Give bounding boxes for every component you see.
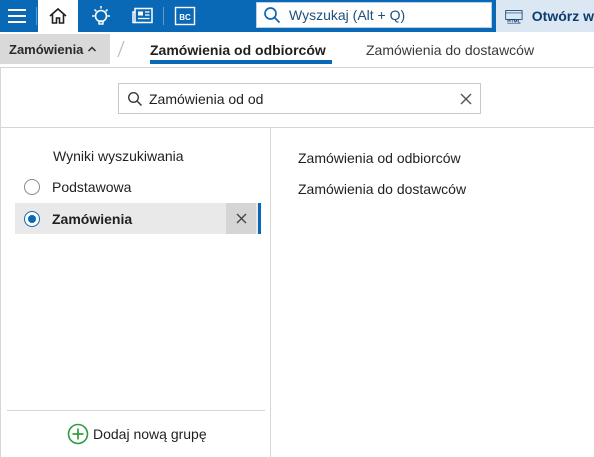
bc-icon-label: BC: [179, 13, 191, 22]
bc-icon: BC: [174, 6, 196, 26]
page-search-input[interactable]: Zamówienia od od: [118, 83, 481, 114]
groups-panel-title: Wyniki wyszukiwania: [53, 148, 184, 164]
search-icon: [264, 7, 281, 24]
page-search-value: Zamówienia od od: [149, 90, 264, 107]
group-label: Podstawowa: [52, 178, 132, 195]
remove-group-button[interactable]: [226, 203, 256, 234]
group-label: Zamówienia: [52, 210, 133, 227]
tab-label: Zamówienia do dostawców: [366, 42, 535, 58]
html-icon: HTML: [505, 10, 523, 24]
module-dropdown-button[interactable]: Zamówienia: [0, 34, 110, 64]
menu-icon: [8, 9, 26, 23]
global-search-placeholder: Wyszukaj (Alt + Q): [289, 7, 406, 23]
bc-button[interactable]: BC: [168, 0, 202, 32]
tab-orders-from-customers[interactable]: Zamówienia od odbiorców: [150, 42, 332, 68]
news-icon: [132, 7, 153, 24]
open-in-html-button[interactable]: HTML Otwórz w: [496, 0, 594, 32]
lightbulb-icon: [92, 6, 110, 25]
news-button[interactable]: [126, 0, 160, 32]
tab-label: Zamówienia od odbiorców: [150, 42, 326, 58]
group-item-podstawowa[interactable]: Podstawowa: [15, 171, 260, 202]
divider: [7, 410, 265, 411]
module-label: Zamówienia: [9, 41, 84, 57]
home-icon: [49, 7, 67, 24]
search-icon: [127, 91, 143, 106]
radio-button-selected[interactable]: [24, 210, 40, 227]
open-in-label: Otwórz w: [531, 8, 594, 24]
global-search-input[interactable]: Wyszukaj (Alt + Q): [256, 2, 492, 28]
add-group-button[interactable]: Dodaj nową grupę: [67, 423, 207, 445]
selected-indicator: [258, 203, 261, 234]
tab-orders-to-suppliers[interactable]: Zamówienia do dostawców: [366, 42, 534, 68]
top-bar: BC Wyszukaj (Alt + Q) HTML Otwórz w: [0, 0, 594, 32]
ideas-button[interactable]: [84, 0, 118, 32]
toolbar-divider: [163, 7, 164, 25]
toolbar-divider: [36, 7, 37, 25]
add-group-label: Dodaj nową grupę: [93, 426, 207, 442]
active-tab-indicator: [150, 60, 332, 64]
groups-panel: Wyniki wyszukiwania Podstawowa Zamówieni…: [1, 128, 271, 457]
home-button[interactable]: [38, 0, 78, 32]
add-circle-icon: [67, 423, 89, 445]
breadcrumb-separator: [117, 40, 125, 58]
results-panel: Zamówienia od odbiorców Zamówienia do do…: [272, 128, 594, 457]
chevron-up-icon: [88, 46, 97, 52]
group-item-zamowienia[interactable]: Zamówienia: [15, 203, 261, 234]
menu-button[interactable]: [0, 0, 34, 32]
close-icon: [236, 213, 246, 224]
html-icon-label: HTML: [507, 18, 520, 24]
result-item[interactable]: Zamówienia od odbiorców: [298, 150, 461, 166]
clear-search-button[interactable]: [452, 85, 480, 113]
radio-button[interactable]: [24, 178, 40, 195]
close-icon: [460, 93, 472, 104]
result-item[interactable]: Zamówienia do dostawców: [298, 181, 466, 197]
search-page: Zamówienia od od Wyniki wyszukiwania Pod…: [0, 68, 594, 457]
module-nav-bar: Zamówienia Zamówienia od odbiorców Zamów…: [0, 32, 594, 68]
